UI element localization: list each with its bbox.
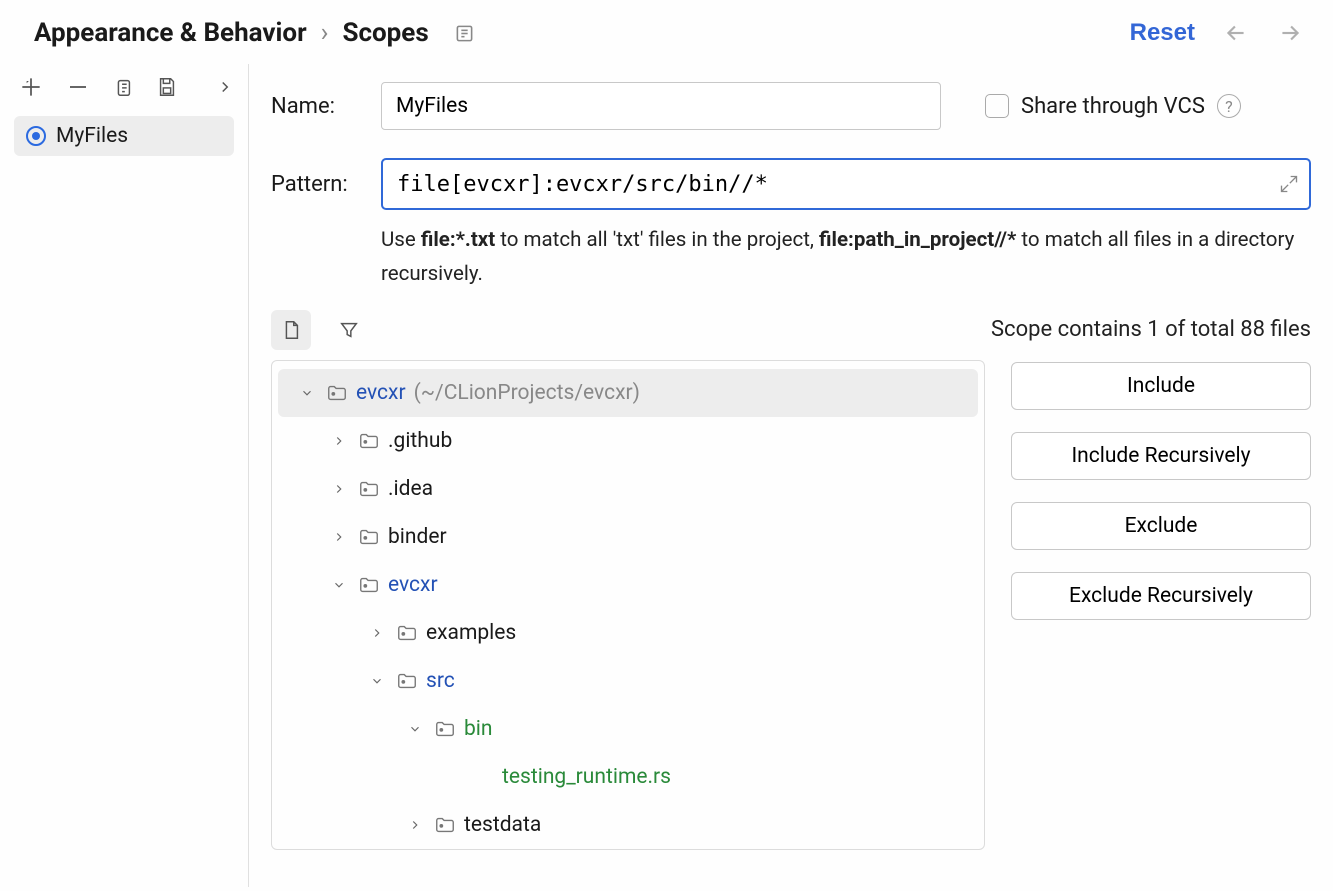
include-button[interactable]: Include [1011,362,1311,410]
scopes-sidebar: MyFiles [0,64,249,887]
show-files-icon[interactable] [271,310,311,350]
folder-icon [326,382,348,404]
tree-row[interactable]: src [272,657,984,705]
chevron-right-icon[interactable] [216,78,234,96]
tree-row[interactable]: .idea [272,465,984,513]
scopes-settings-icon[interactable] [455,24,474,43]
breadcrumb: Appearance & Behavior › Scopes [34,18,474,48]
local-scope-icon [26,126,46,146]
back-arrow-icon[interactable] [1223,20,1249,46]
tree-row[interactable]: testdata [272,801,984,849]
tree-node-label: evcxr [356,381,406,405]
reset-button[interactable]: Reset [1130,19,1195,47]
chevron-icon[interactable] [328,482,350,496]
chevron-icon[interactable] [404,818,426,832]
folder-icon [358,526,380,548]
project-tree[interactable]: evcxr (~/CLionProjects/evcxr) .github .ide… [271,360,985,850]
tree-row[interactable]: bin [272,705,984,753]
forward-arrow-icon[interactable] [1277,20,1303,46]
save-scope-icon[interactable] [156,76,178,98]
folder-icon [358,478,380,500]
tree-row[interactable]: binder [272,513,984,561]
name-input[interactable] [381,82,941,130]
help-icon[interactable]: ? [1217,94,1241,118]
pattern-input[interactable] [381,158,1311,210]
tree-node-path: (~/CLionProjects/evcxr) [414,381,640,405]
chevron-icon[interactable] [404,722,426,736]
tree-node-label: binder [388,525,447,549]
tree-node-label: bin [464,717,493,741]
chevron-icon[interactable] [366,674,388,688]
filter-icon[interactable] [329,310,369,350]
tree-node-label: .github [388,429,452,453]
name-field-label: Name: [271,94,363,119]
tree-node-label: examples [426,621,516,645]
tree-node-label: testing_runtime.rs [502,765,671,789]
copy-scope-icon[interactable] [112,76,134,98]
tree-row[interactable]: evcxr [272,561,984,609]
pattern-field-label: Pattern: [271,172,363,197]
chevron-icon[interactable] [328,578,350,592]
breadcrumb-separator: › [321,18,329,48]
share-vcs-checkbox[interactable] [985,94,1009,118]
tree-node-label: testdata [464,813,541,837]
folder-icon [434,718,456,740]
folder-icon [358,574,380,596]
remove-scope-icon[interactable] [66,75,90,99]
sidebar-toolbar [0,66,248,114]
header-bar: Appearance & Behavior › Scopes Reset [0,0,1333,64]
tree-row[interactable]: evcxr (~/CLionProjects/evcxr) [278,369,978,417]
folder-icon [358,430,380,452]
tree-node-label: src [426,669,455,693]
expand-field-icon[interactable] [1279,174,1299,194]
tree-row[interactable]: testing_runtime.rs [272,753,984,801]
chevron-icon[interactable] [296,386,318,400]
tree-node-label: .idea [388,477,433,501]
chevron-icon[interactable] [328,434,350,448]
tree-row[interactable]: .github [272,417,984,465]
pattern-hint: Use file:*.txt to match all 'txt' files … [381,224,1311,292]
tree-node-label: evcxr [388,573,438,597]
exclude-recursive-button[interactable]: Exclude Recursively [1011,572,1311,620]
add-scope-icon[interactable] [18,74,44,100]
folder-icon [396,670,418,692]
breadcrumb-part-1[interactable]: Appearance & Behavior [34,18,307,48]
exclude-button[interactable]: Exclude [1011,502,1311,550]
include-recursive-button[interactable]: Include Recursively [1011,432,1311,480]
chevron-icon[interactable] [328,530,350,544]
folder-icon [396,622,418,644]
folder-icon [434,814,456,836]
chevron-icon[interactable] [366,626,388,640]
sidebar-item-label: MyFiles [56,124,128,148]
scope-file-count: Scope contains 1 of total 88 files [991,317,1311,342]
sidebar-item-myfiles[interactable]: MyFiles [14,116,234,156]
breadcrumb-part-2[interactable]: Scopes [342,18,428,48]
share-vcs-label: Share through VCS [1021,94,1205,119]
tree-row[interactable]: examples [272,609,984,657]
